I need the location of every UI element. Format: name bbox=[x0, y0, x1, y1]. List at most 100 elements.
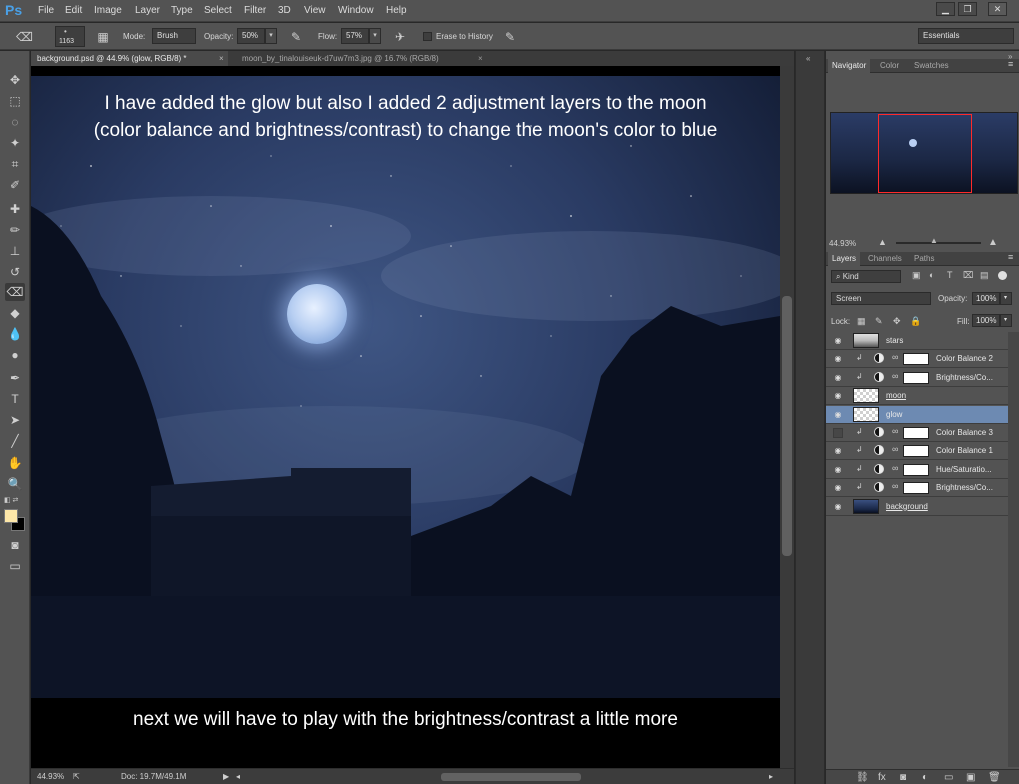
lock-transparency-icon[interactable]: ▦ bbox=[857, 316, 866, 327]
layer-row[interactable]: ◉ ↲ ∞ Brightness/Co... bbox=[826, 368, 1008, 387]
lock-all-icon[interactable]: 🔒 bbox=[910, 316, 921, 327]
layer-row[interactable]: ◉ ↲ ∞ Color Balance 1 bbox=[826, 442, 1008, 461]
layer-name[interactable]: stars bbox=[886, 336, 903, 345]
restore-button[interactable]: ❐ bbox=[958, 2, 977, 16]
layer-mask-thumbnail[interactable] bbox=[903, 445, 929, 458]
mask-link-icon[interactable]: ∞ bbox=[892, 481, 898, 491]
layer-mask-thumbnail[interactable] bbox=[903, 371, 929, 384]
lasso-tool-icon[interactable]: ◌ bbox=[5, 113, 25, 131]
type-tool-icon[interactable]: T bbox=[5, 390, 25, 408]
layer-mask-thumbnail[interactable] bbox=[903, 463, 929, 476]
layer-name[interactable]: Color Balance 1 bbox=[936, 446, 993, 455]
mode-select[interactable]: Brush bbox=[152, 28, 196, 44]
blend-mode-select[interactable]: Screen bbox=[831, 292, 931, 305]
flow-dropdown[interactable]: ▾ bbox=[369, 28, 381, 44]
add-mask-icon[interactable]: ◙ bbox=[900, 772, 906, 783]
menu-view[interactable]: View bbox=[304, 5, 326, 16]
tab-swatches[interactable]: Swatches bbox=[910, 59, 953, 73]
default-colors-icon[interactable]: ◧ ⇄ bbox=[4, 496, 18, 504]
eyedropper-tool-icon[interactable]: ✐ bbox=[5, 176, 25, 194]
fill-dropdown[interactable]: ▾ bbox=[1000, 314, 1012, 327]
filter-smart-object-icon[interactable]: ▤ bbox=[980, 270, 989, 281]
layer-name[interactable]: Brightness/Co... bbox=[936, 483, 993, 492]
visibility-eye-icon[interactable]: ◉ bbox=[833, 373, 843, 383]
new-adjustment-icon[interactable]: ◐ bbox=[922, 772, 928, 783]
screen-mode-icon[interactable]: ▭ bbox=[5, 557, 25, 575]
vertical-scrollbar[interactable] bbox=[780, 66, 794, 768]
opacity-field[interactable]: 50% bbox=[237, 28, 265, 44]
layer-row[interactable]: ◉ stars bbox=[826, 332, 1008, 350]
horizontal-scrollbar-thumb[interactable] bbox=[441, 773, 581, 781]
filter-toggle-icon[interactable] bbox=[998, 271, 1007, 280]
scroll-left-icon[interactable]: ◂ bbox=[236, 772, 240, 781]
panel-menu-icon[interactable]: ≡ bbox=[1008, 59, 1013, 69]
move-tool-icon[interactable]: ✥ bbox=[5, 71, 25, 89]
layer-style-icon[interactable]: fx bbox=[878, 772, 886, 783]
pen-tool-icon[interactable]: ✒ bbox=[5, 369, 25, 387]
tab-channels[interactable]: Channels bbox=[864, 252, 906, 266]
layer-thumbnail[interactable] bbox=[853, 388, 879, 404]
fill-field[interactable]: 100% bbox=[972, 314, 1000, 327]
filter-type-icon[interactable]: T bbox=[947, 270, 953, 280]
menu-edit[interactable]: Edit bbox=[65, 5, 82, 16]
eraser-tool-preset-icon[interactable]: ⌫ bbox=[16, 29, 33, 45]
menu-3d[interactable]: 3D bbox=[278, 5, 291, 16]
layer-filter-kind[interactable]: ⌕ Kind bbox=[831, 270, 901, 283]
lock-position-icon[interactable]: ✥ bbox=[893, 316, 901, 327]
delete-layer-icon[interactable]: 🗑 bbox=[988, 772, 1001, 783]
visibility-eye-icon[interactable]: ◉ bbox=[833, 483, 843, 493]
export-icon[interactable]: ⇱ bbox=[73, 772, 80, 781]
tab-close-icon[interactable]: × bbox=[219, 51, 224, 66]
line-tool-icon[interactable]: ╱ bbox=[5, 432, 25, 450]
filter-adjustment-icon[interactable]: ◐ bbox=[929, 270, 934, 280]
menu-help[interactable]: Help bbox=[386, 5, 407, 16]
mask-link-icon[interactable]: ∞ bbox=[892, 444, 898, 454]
quick-selection-tool-icon[interactable]: ✦ bbox=[5, 134, 25, 152]
navigator-view-box[interactable] bbox=[878, 114, 972, 193]
layer-row[interactable]: ◉ ↲ ∞ Brightness/Co... bbox=[826, 479, 1008, 498]
collapse-arrows-icon[interactable]: « bbox=[806, 54, 810, 63]
tab-close-icon[interactable]: × bbox=[478, 51, 483, 66]
dodge-tool-icon[interactable]: ● bbox=[5, 346, 25, 364]
scroll-right-icon[interactable]: ▸ bbox=[769, 772, 773, 781]
filter-pixel-icon[interactable]: ▣ bbox=[912, 270, 921, 281]
vertical-scrollbar-thumb[interactable] bbox=[782, 296, 792, 556]
layer-row[interactable]: ◉ background bbox=[826, 497, 1008, 516]
mask-link-icon[interactable]: ∞ bbox=[892, 426, 898, 436]
foreground-color-swatch[interactable] bbox=[4, 509, 18, 523]
menu-type[interactable]: Type bbox=[171, 5, 193, 16]
clone-stamp-tool-icon[interactable]: ⊥ bbox=[5, 242, 25, 260]
layer-thumbnail[interactable] bbox=[853, 333, 879, 348]
healing-brush-tool-icon[interactable]: ✚ bbox=[5, 200, 25, 218]
new-group-icon[interactable]: ▭ bbox=[944, 772, 953, 783]
layer-opacity-dropdown[interactable]: ▾ bbox=[1000, 292, 1012, 305]
tab-moon-jpg[interactable]: moon_by_tinalouiseuk-d7uw7m3.jpg @ 16.7%… bbox=[236, 51, 496, 66]
visibility-eye-icon[interactable]: ◉ bbox=[833, 410, 843, 420]
erase-to-history-checkbox[interactable] bbox=[423, 32, 432, 41]
layers-scrollbar[interactable] bbox=[1008, 332, 1019, 767]
brush-panel-icon[interactable]: ▦ bbox=[95, 29, 111, 45]
navigator-zoom[interactable]: 44.93% bbox=[829, 239, 856, 248]
minimize-button[interactable]: ▁ bbox=[936, 2, 955, 16]
mask-link-icon[interactable]: ∞ bbox=[892, 371, 898, 381]
blur-tool-icon[interactable]: 💧 bbox=[5, 325, 25, 343]
layer-mask-thumbnail[interactable] bbox=[903, 427, 929, 439]
marquee-tool-icon[interactable]: ⬚ bbox=[5, 92, 25, 110]
mask-link-icon[interactable]: ∞ bbox=[892, 352, 898, 362]
eraser-tool-icon[interactable]: ⌫ bbox=[5, 283, 25, 301]
layers-menu-icon[interactable]: ≡ bbox=[1008, 252, 1013, 262]
layer-name[interactable]: Hue/Saturatio... bbox=[936, 465, 992, 474]
pressure-size-icon[interactable]: ✎ bbox=[502, 29, 518, 45]
lock-pixels-icon[interactable]: ✎ bbox=[875, 316, 883, 327]
layer-name[interactable]: glow bbox=[886, 410, 902, 419]
layer-opacity-field[interactable]: 100% bbox=[972, 292, 1000, 305]
menu-file[interactable]: File bbox=[38, 5, 54, 16]
layer-row[interactable]: ◉ moon bbox=[826, 387, 1008, 406]
brush-preset-picker[interactable]: • 1163 bbox=[55, 26, 85, 47]
layer-name[interactable]: background bbox=[886, 502, 928, 511]
quick-mask-icon[interactable]: ◙ bbox=[5, 536, 25, 554]
path-selection-tool-icon[interactable]: ➤ bbox=[5, 411, 25, 429]
navigator-zoom-slider[interactable] bbox=[896, 242, 981, 244]
menu-window[interactable]: Window bbox=[338, 5, 374, 16]
hand-tool-icon[interactable]: ✋ bbox=[5, 454, 25, 472]
